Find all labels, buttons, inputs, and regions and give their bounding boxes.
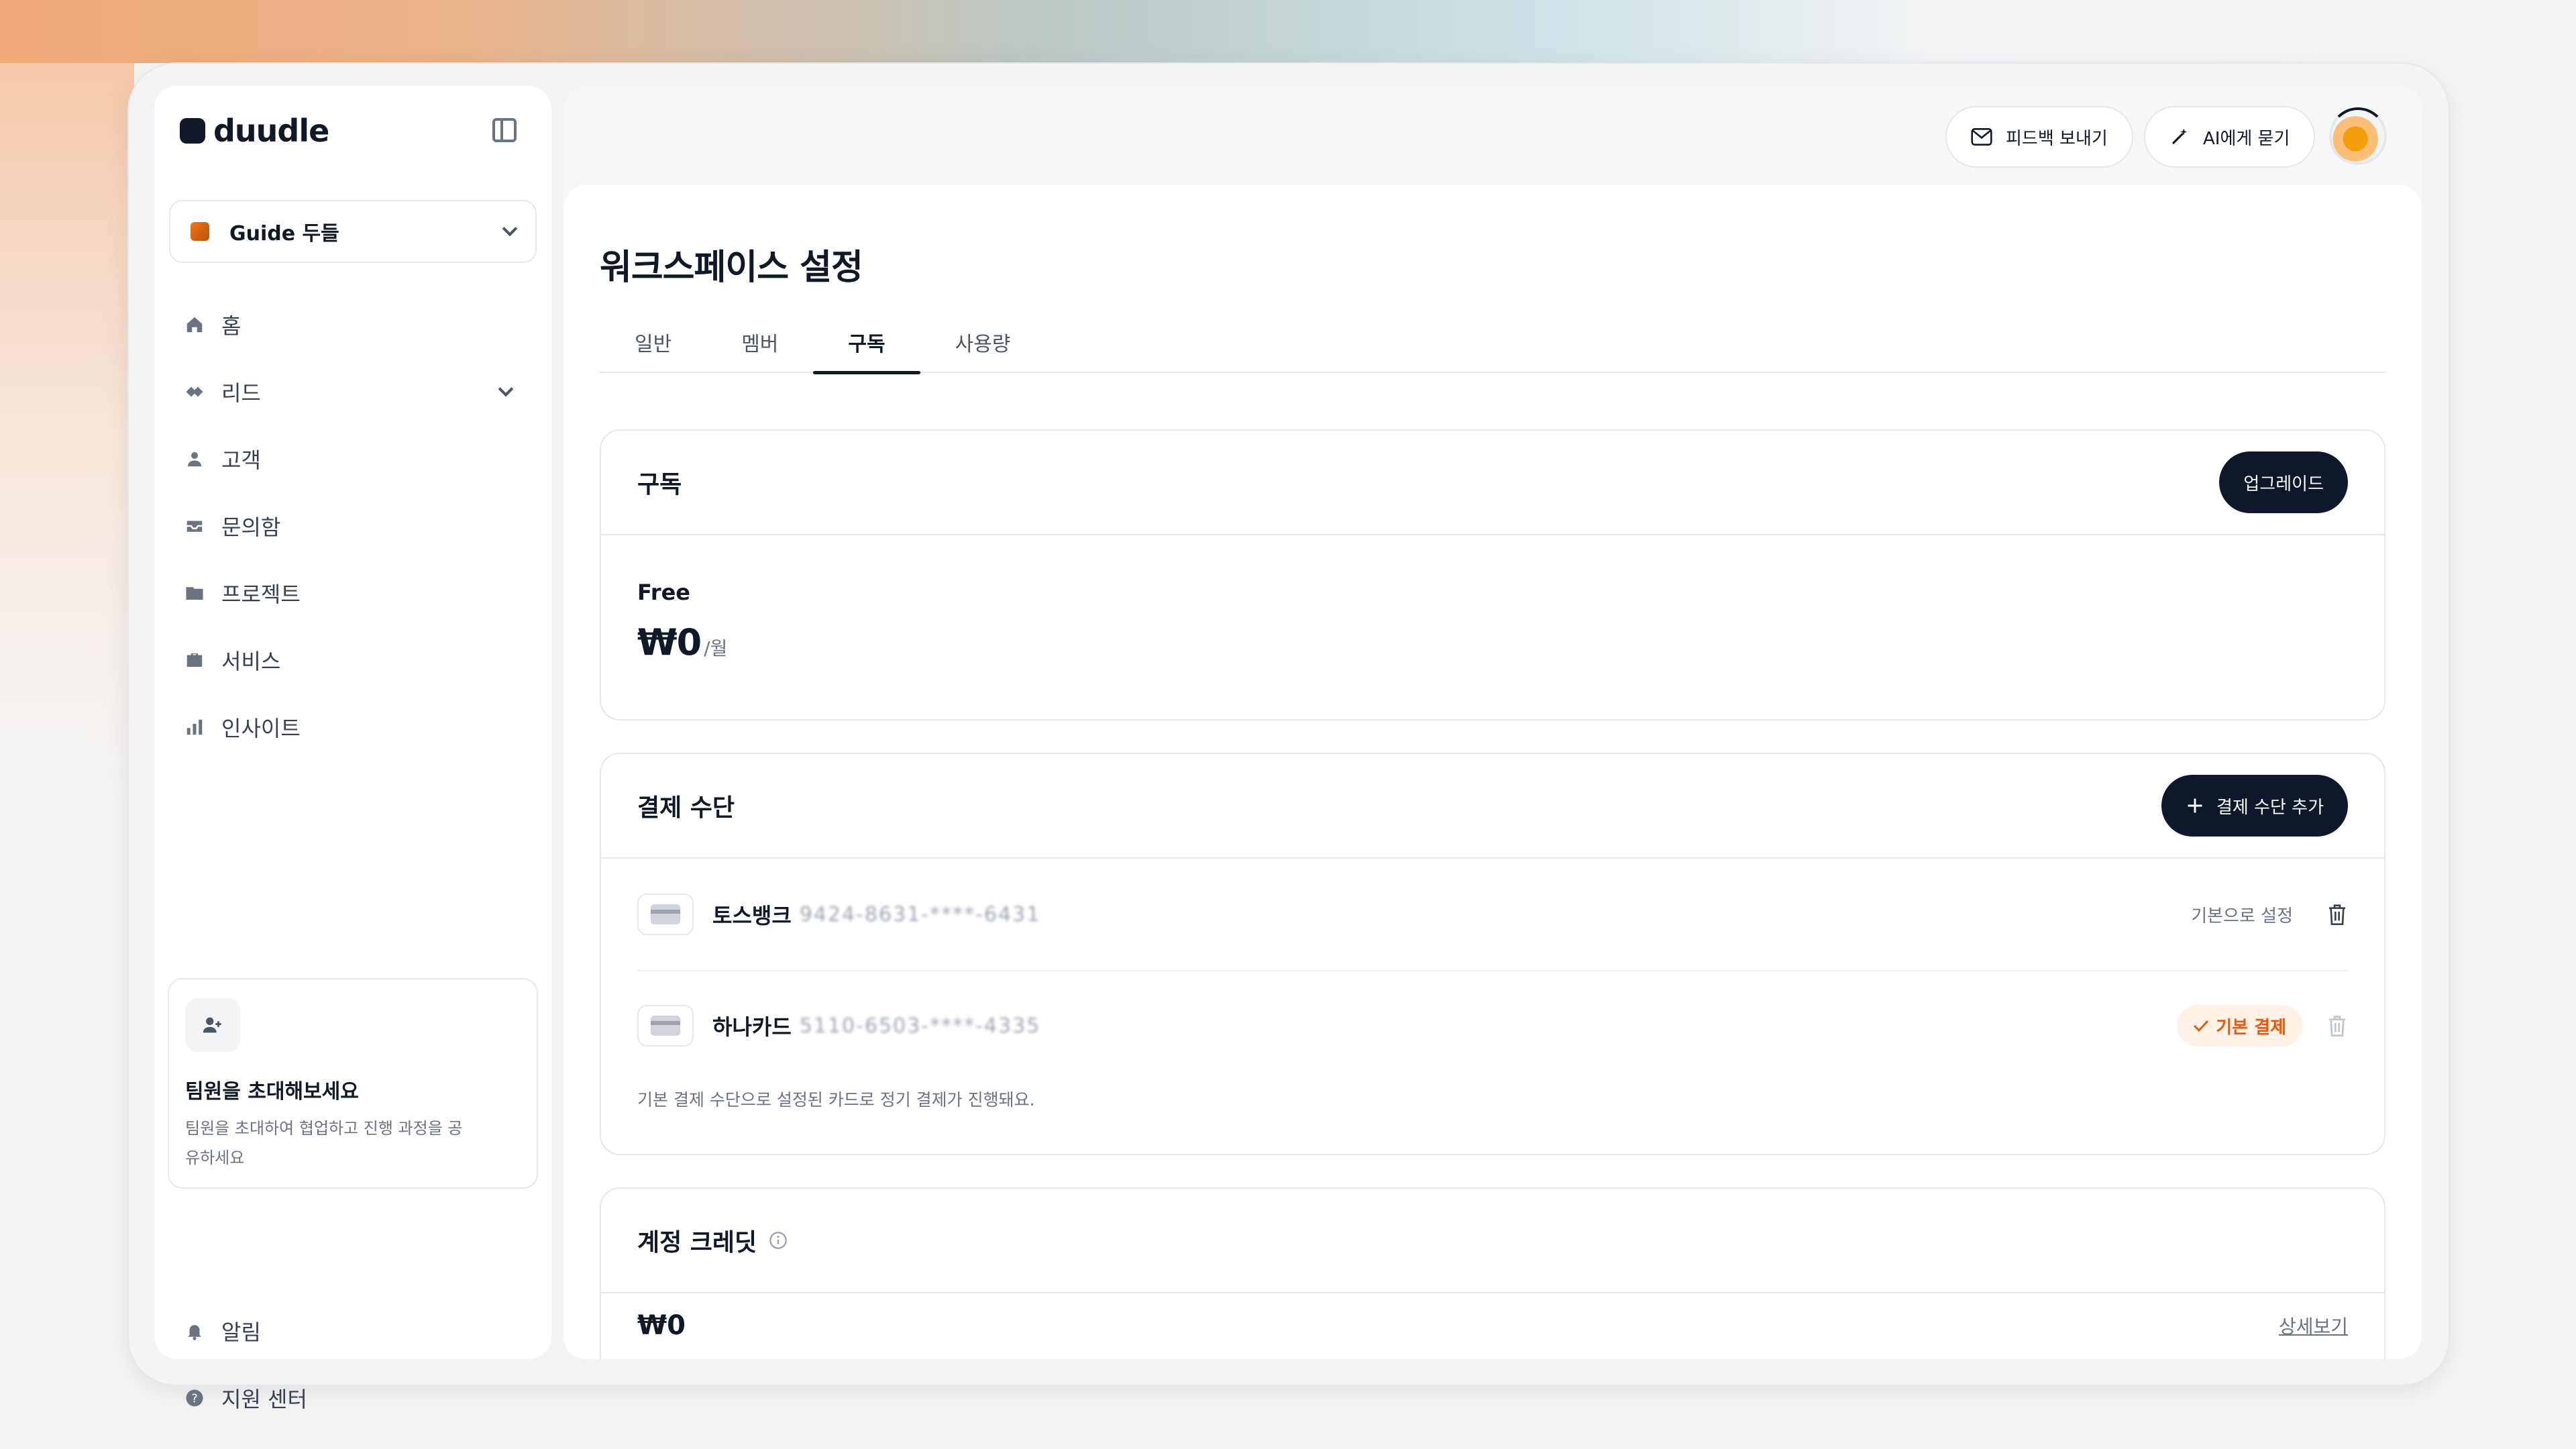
sidebar-bottom-nav: 알림	[184, 1297, 261, 1364]
credits-title: 계정 크레딧	[637, 1229, 757, 1256]
workspace-selector[interactable]: Guide 두들	[169, 200, 537, 263]
payment-bank-name: 토스뱅크	[712, 903, 792, 928]
feedback-label: 피드백 보내기	[2006, 128, 2108, 149]
sidebar-item-label: 리드	[221, 380, 261, 406]
sidebar: duudle Guide 두들 홈 리드 고객 문의함 프로젝트 서비스 인사이…	[154, 86, 551, 1412]
mail-icon	[1971, 128, 1992, 146]
sidebar-item-label: 알림	[221, 1320, 261, 1345]
payment-bank-name: 하나카드	[712, 1014, 792, 1040]
sidebar-item-home[interactable]: 홈	[184, 291, 523, 358]
plan-amount: ₩0	[637, 621, 702, 663]
badge-label: 기본 결제	[2216, 1017, 2286, 1038]
payment-card-number: 9424-8631-****-6431	[799, 902, 1041, 926]
sidebar-item-label: 문의함	[221, 515, 281, 540]
sidebar-item-label: 서비스	[221, 649, 281, 674]
check-icon	[2194, 1020, 2209, 1032]
plan-period: /월	[704, 637, 728, 659]
invite-title: 팀원을 초대해보세요	[185, 1080, 359, 1104]
main-area: 피드백 보내기 AI에게 묻기 워크스페이스 설정 일반 멤버 구독 사용량 구…	[564, 86, 2422, 1359]
plus-icon	[2188, 798, 2202, 813]
subscription-title: 구독	[637, 471, 682, 498]
page-title: 워크스페이스 설정	[600, 248, 863, 288]
payment-note: 기본 결제 수단으로 설정된 카드로 정기 결제가 진행돼요.	[637, 1090, 1035, 1110]
invite-card[interactable]: 팀원을 초대해보세요 팀원을 초대하여 협업하고 진행 과정을 공유하세요	[168, 978, 538, 1189]
subscription-card: 구독 업그레이드 Free ₩0 /월	[600, 429, 2385, 720]
ask-ai-button[interactable]: AI에게 묻기	[2144, 106, 2316, 168]
bell-icon	[184, 1320, 205, 1342]
credit-card-icon	[637, 894, 694, 935]
tab-general[interactable]: 일반	[600, 327, 706, 373]
workspace-name: Guide 두들	[229, 222, 339, 246]
credits-header: 계정 크레딧	[601, 1189, 2384, 1293]
sidebar-item-customers[interactable]: 고객	[184, 425, 523, 492]
tab-usage[interactable]: 사용량	[920, 327, 1046, 373]
sidebar-toggle-icon[interactable]	[492, 118, 517, 142]
sidebar-item-leads[interactable]: 리드	[184, 358, 523, 425]
logo[interactable]: duudle	[180, 113, 329, 149]
settings-tabs: 일반 멤버 구독 사용량	[600, 327, 2385, 374]
ask-ai-label: AI에게 묻기	[2203, 128, 2290, 149]
sidebar-item-projects[interactable]: 프로젝트	[184, 559, 523, 627]
user-icon	[184, 448, 205, 470]
payment-method-row: 토스뱅크 9424-8631-****-6431 기본으로 설정	[601, 859, 2384, 970]
add-payment-method-button[interactable]: 결제 수단 추가	[2161, 775, 2348, 837]
avatar[interactable]	[2329, 107, 2387, 165]
plan-price: ₩0 /월	[637, 621, 2348, 663]
sidebar-item-services[interactable]: 서비스	[184, 627, 523, 694]
folder-icon	[184, 582, 205, 604]
credit-detail-link[interactable]: 상세보기	[2279, 1312, 2348, 1339]
sidebar-item-label: 고객	[221, 447, 261, 473]
default-payment-badge: 기본 결제	[2177, 1005, 2302, 1046]
sidebar-item-label: 홈	[221, 313, 241, 339]
upgrade-button[interactable]: 업그레이드	[2219, 451, 2348, 513]
sidebar-item-notifications[interactable]: 알림	[184, 1297, 261, 1364]
payment-header: 결제 수단 결제 수단 추가	[601, 754, 2384, 859]
invite-description: 팀원을 초대하여 협업하고 진행 과정을 공유하세요	[185, 1119, 463, 1167]
home-icon	[184, 314, 205, 335]
credit-amount: ₩0	[637, 1310, 686, 1341]
add-payment-label: 결제 수단 추가	[2216, 797, 2324, 818]
trash-icon[interactable]	[2326, 902, 2348, 926]
tab-subscription[interactable]: 구독	[813, 327, 920, 374]
plan-name: Free	[637, 580, 690, 605]
logo-text: duudle	[213, 113, 329, 149]
bar-chart-icon	[184, 716, 205, 738]
leads-icon	[184, 381, 205, 402]
svg-text:?: ?	[191, 1392, 197, 1405]
info-icon[interactable]	[769, 1231, 788, 1250]
payment-method-row: 하나카드 5110-6503-****-4335 기본 결제	[601, 970, 2384, 1081]
sidebar-item-label: 프로젝트	[221, 582, 301, 607]
chevron-down-icon	[502, 221, 518, 237]
logo-mark-icon	[180, 118, 205, 144]
credits-card: 계정 크레딧 ₩0 상세보기	[600, 1187, 2385, 1359]
sidebar-item-help-center[interactable]: ? 지원 센터	[184, 1364, 307, 1432]
sidebar-bottom-nav-help: ? 지원 센터	[184, 1364, 307, 1432]
sidebar-item-insights[interactable]: 인사이트	[184, 694, 523, 761]
trash-icon	[2329, 1016, 2345, 1036]
sidebar-item-inbox[interactable]: 문의함	[184, 492, 523, 559]
sidebar-nav: 홈 리드 고객 문의함 프로젝트 서비스 인사이트	[184, 291, 523, 761]
settings-content: 워크스페이스 설정 일반 멤버 구독 사용량 구독 업그레이드 Free ₩0 …	[564, 185, 2422, 1359]
add-user-icon	[185, 998, 240, 1052]
subscription-header: 구독 업그레이드	[601, 431, 2384, 535]
magic-wand-icon	[2171, 128, 2188, 145]
feedback-button[interactable]: 피드백 보내기	[1945, 106, 2133, 168]
sidebar-item-label: 지원 센터	[221, 1387, 307, 1412]
credit-card-icon	[637, 1005, 694, 1046]
workspace-icon	[191, 222, 209, 241]
credits-title-wrap: 계정 크레딧	[637, 1223, 788, 1258]
briefcase-icon	[184, 649, 205, 671]
credits-row: ₩0 상세보기	[601, 1293, 2384, 1358]
help-icon: ?	[184, 1387, 205, 1409]
tab-members[interactable]: 멤버	[706, 327, 813, 373]
plan-info: Free ₩0 /월	[601, 535, 2384, 663]
payment-methods-card: 결제 수단 결제 수단 추가 토스뱅크 9424-8631-****-6431 …	[600, 753, 2385, 1155]
payment-title: 결제 수단	[637, 794, 735, 822]
payment-card-number: 5110-6503-****-4335	[799, 1014, 1041, 1038]
inbox-icon	[184, 515, 205, 537]
chevron-down-icon[interactable]	[498, 381, 514, 397]
set-default-button[interactable]: 기본으로 설정	[2191, 902, 2293, 927]
sidebar-item-label: 인사이트	[221, 716, 301, 741]
